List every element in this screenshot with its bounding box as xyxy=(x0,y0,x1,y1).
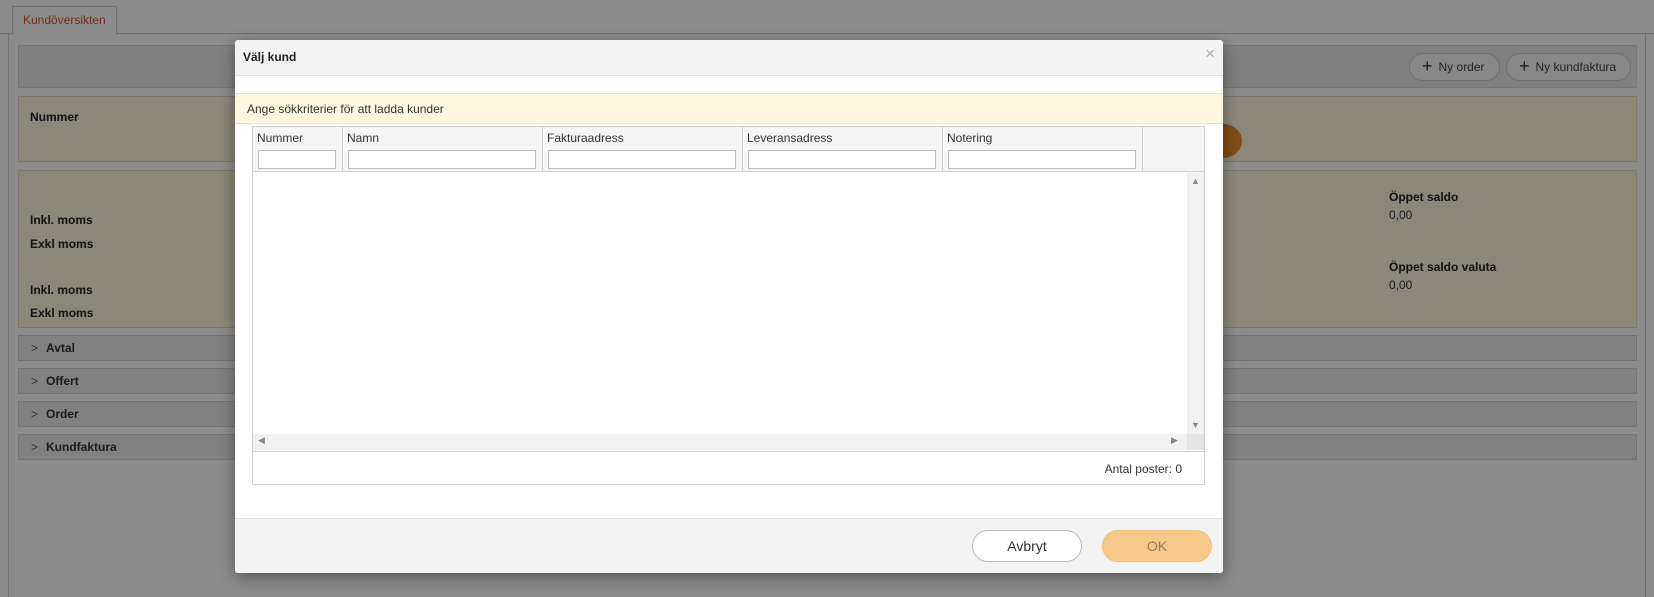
filter-nummer-input[interactable] xyxy=(258,150,336,169)
filter-namn-input[interactable] xyxy=(348,150,536,169)
notice-text: Ange sökkriterier för att ladda kunder xyxy=(247,102,444,116)
scroll-left-icon[interactable]: ◀ xyxy=(258,435,265,446)
grid-footer: Antal poster: 0 xyxy=(253,451,1204,484)
scroll-up-icon[interactable]: ▲ xyxy=(1191,176,1200,186)
column-title: Nummer xyxy=(257,131,304,145)
column-leveransadress[interactable]: Leveransadress xyxy=(743,127,943,172)
grid-header: Nummer Namn Fakturaadress Leveransadress… xyxy=(253,127,1204,172)
close-icon[interactable]: × xyxy=(1205,44,1215,64)
cancel-button[interactable]: Avbryt xyxy=(972,530,1082,562)
column-namn[interactable]: Namn xyxy=(343,127,543,172)
scroll-down-icon[interactable]: ▼ xyxy=(1191,420,1200,430)
filter-notering-input[interactable] xyxy=(948,150,1136,169)
column-title: Notering xyxy=(947,131,993,145)
search-notice: Ange sökkriterier för att ladda kunder xyxy=(235,93,1223,124)
record-count: Antal poster: 0 xyxy=(1104,462,1182,476)
grid-body xyxy=(253,172,1187,434)
dialog-title: Välj kund xyxy=(243,50,297,64)
filter-leveransadress-input[interactable] xyxy=(748,150,936,169)
dialog-header: Välj kund × xyxy=(235,40,1223,76)
column-title: Fakturaadress xyxy=(547,131,624,145)
column-title: Leveransadress xyxy=(747,131,833,145)
column-notering[interactable]: Notering xyxy=(943,127,1143,172)
column-fakturaadress[interactable]: Fakturaadress xyxy=(543,127,743,172)
customer-grid: Nummer Namn Fakturaadress Leveransadress… xyxy=(252,126,1205,485)
scroll-right-icon[interactable]: ▶ xyxy=(1171,435,1178,446)
vertical-scrollbar[interactable]: ▲ ▼ xyxy=(1187,172,1204,434)
filter-fakturaadress-input[interactable] xyxy=(548,150,736,169)
horizontal-scrollbar[interactable]: ◀ ▶ xyxy=(253,434,1187,450)
ok-button[interactable]: OK xyxy=(1102,530,1212,562)
scrollbar-corner xyxy=(1187,434,1204,450)
select-customer-dialog: Välj kund × Ange sökkriterier för att la… xyxy=(235,40,1223,573)
column-title: Namn xyxy=(347,131,380,145)
dialog-footer: Avbryt OK xyxy=(235,518,1223,573)
column-nummer[interactable]: Nummer xyxy=(253,127,343,172)
